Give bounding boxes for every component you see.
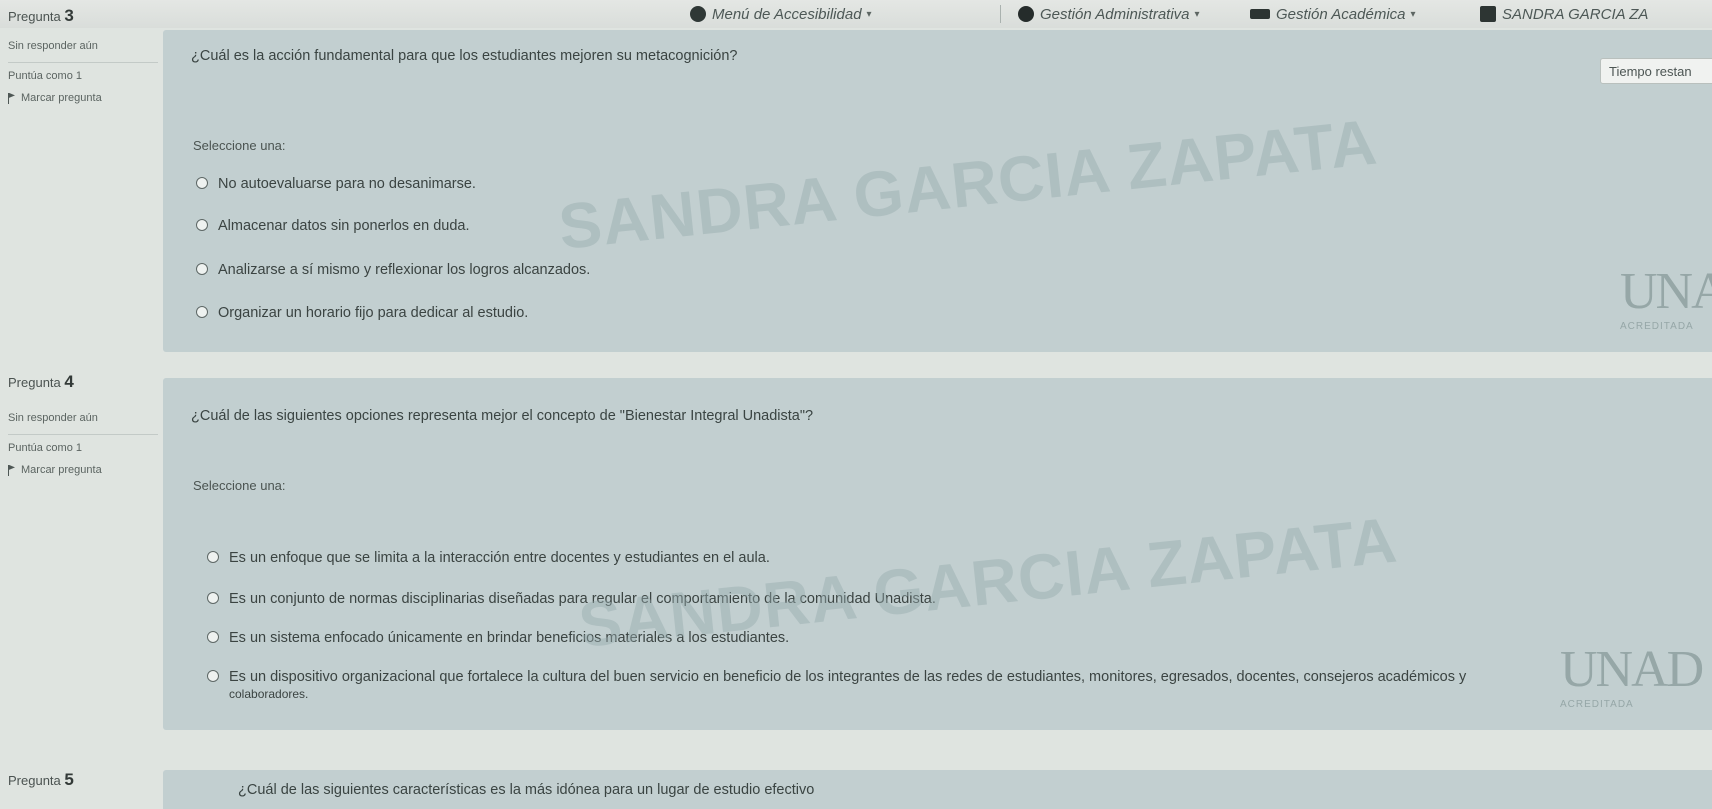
academic-menu[interactable]: Gestión Académica ▾ bbox=[1250, 4, 1416, 24]
radio-button[interactable] bbox=[207, 631, 219, 643]
radio-button[interactable] bbox=[207, 592, 219, 604]
question-text: ¿Cuál de las siguientes opciones represe… bbox=[191, 408, 814, 424]
question-info-5: Pregunta 5 bbox=[8, 770, 74, 790]
question-text: ¿Cuál de las siguientes características … bbox=[238, 782, 815, 798]
question-points: Puntúa como 1 bbox=[8, 441, 82, 454]
accessibility-menu[interactable]: Menú de Accesibilidad ▾ bbox=[690, 4, 872, 24]
answer-option[interactable]: Es un dispositivo organizacional que for… bbox=[207, 667, 1466, 688]
question-number: Pregunta 4 bbox=[8, 372, 74, 391]
question-points: Puntúa como 1 bbox=[8, 69, 82, 82]
question-status: Sin responder aún bbox=[8, 412, 98, 425]
answer-option[interactable]: Organizar un horario fijo para dedicar a… bbox=[196, 303, 528, 324]
logo-text: UNAD bbox=[1560, 641, 1704, 698]
radio-button[interactable] bbox=[196, 263, 208, 275]
admin-icon bbox=[1018, 6, 1034, 22]
answer-option[interactable]: No autoevaluarse para no desanimarse. bbox=[196, 174, 476, 195]
radio-button[interactable] bbox=[207, 670, 219, 682]
unad-logo: UNAD ACREDITADA bbox=[1560, 640, 1704, 710]
flag-label: Marcar pregunta bbox=[21, 463, 102, 476]
user-name: SANDRA GARCIA ZA bbox=[1502, 5, 1649, 23]
logo-badge: ACREDITADA bbox=[1560, 699, 1634, 710]
watermark: SANDRA GARCIA ZAPATA bbox=[555, 105, 1381, 264]
accessibility-icon bbox=[690, 6, 706, 22]
question-number: Pregunta 5 bbox=[8, 770, 74, 789]
question-5-formulation: ¿Cuál de las siguientes características … bbox=[163, 770, 1712, 809]
unad-logo: UNAD ACREDITADA bbox=[1620, 262, 1712, 332]
question-number: Pregunta 3 bbox=[8, 6, 74, 25]
user-menu[interactable]: SANDRA GARCIA ZA bbox=[1480, 4, 1648, 24]
flag-icon bbox=[8, 92, 16, 104]
chevron-down-icon: ▾ bbox=[1410, 8, 1416, 20]
chevron-down-icon: ▾ bbox=[1194, 8, 1200, 20]
flag-question-button[interactable]: Marcar pregunta bbox=[8, 83, 158, 105]
flag-label: Marcar pregunta bbox=[21, 91, 102, 104]
top-navigation-bar: Menú de Accesibilidad ▾ Gestión Administ… bbox=[0, 0, 1712, 28]
answer-option[interactable]: Analizarse a sí mismo y reflexionar los … bbox=[196, 260, 590, 281]
radio-button[interactable] bbox=[196, 177, 208, 189]
question-status: Sin responder aún bbox=[8, 40, 98, 53]
flag-question-button[interactable]: Marcar pregunta bbox=[8, 455, 158, 477]
watermark: SANDRA GARCIA ZAPATA bbox=[575, 503, 1401, 662]
admin-menu-label: Gestión Administrativa bbox=[1040, 5, 1190, 23]
question-text: ¿Cuál es la acción fundamental para que … bbox=[191, 48, 738, 64]
academic-menu-label: Gestión Académica bbox=[1276, 5, 1406, 23]
logo-text: UNAD bbox=[1620, 263, 1712, 320]
nav-divider bbox=[1000, 5, 1001, 23]
option-continuation: colaboradores. bbox=[229, 687, 309, 701]
select-prompt: Seleccione una: bbox=[193, 138, 286, 153]
flag-icon bbox=[8, 464, 16, 476]
question-info-4: Pregunta 4 Sin responder aún Puntúa como… bbox=[8, 372, 158, 477]
admin-menu[interactable]: Gestión Administrativa ▾ bbox=[1018, 4, 1200, 24]
question-3-formulation: ¿Cuál es la acción fundamental para que … bbox=[163, 30, 1712, 352]
divider bbox=[8, 433, 158, 435]
user-avatar bbox=[1480, 6, 1496, 22]
radio-button[interactable] bbox=[196, 219, 208, 231]
answer-option[interactable]: Es un enfoque que se limita a la interac… bbox=[207, 548, 770, 569]
question-info-3: Pregunta 3 Sin responder aún Puntúa como… bbox=[8, 6, 158, 105]
select-prompt: Seleccione una: bbox=[193, 478, 286, 493]
time-remaining: Tiempo restan bbox=[1600, 58, 1712, 84]
radio-button[interactable] bbox=[196, 306, 208, 318]
divider bbox=[8, 61, 158, 63]
chevron-down-icon: ▾ bbox=[866, 8, 872, 20]
accessibility-menu-label: Menú de Accesibilidad bbox=[712, 5, 862, 23]
answer-option[interactable]: Almacenar datos sin ponerlos en duda. bbox=[196, 216, 470, 237]
logo-badge: ACREDITADA bbox=[1620, 321, 1694, 332]
academic-icon bbox=[1250, 9, 1270, 19]
radio-button[interactable] bbox=[207, 551, 219, 563]
question-4-formulation: ¿Cuál de las siguientes opciones represe… bbox=[163, 378, 1712, 730]
